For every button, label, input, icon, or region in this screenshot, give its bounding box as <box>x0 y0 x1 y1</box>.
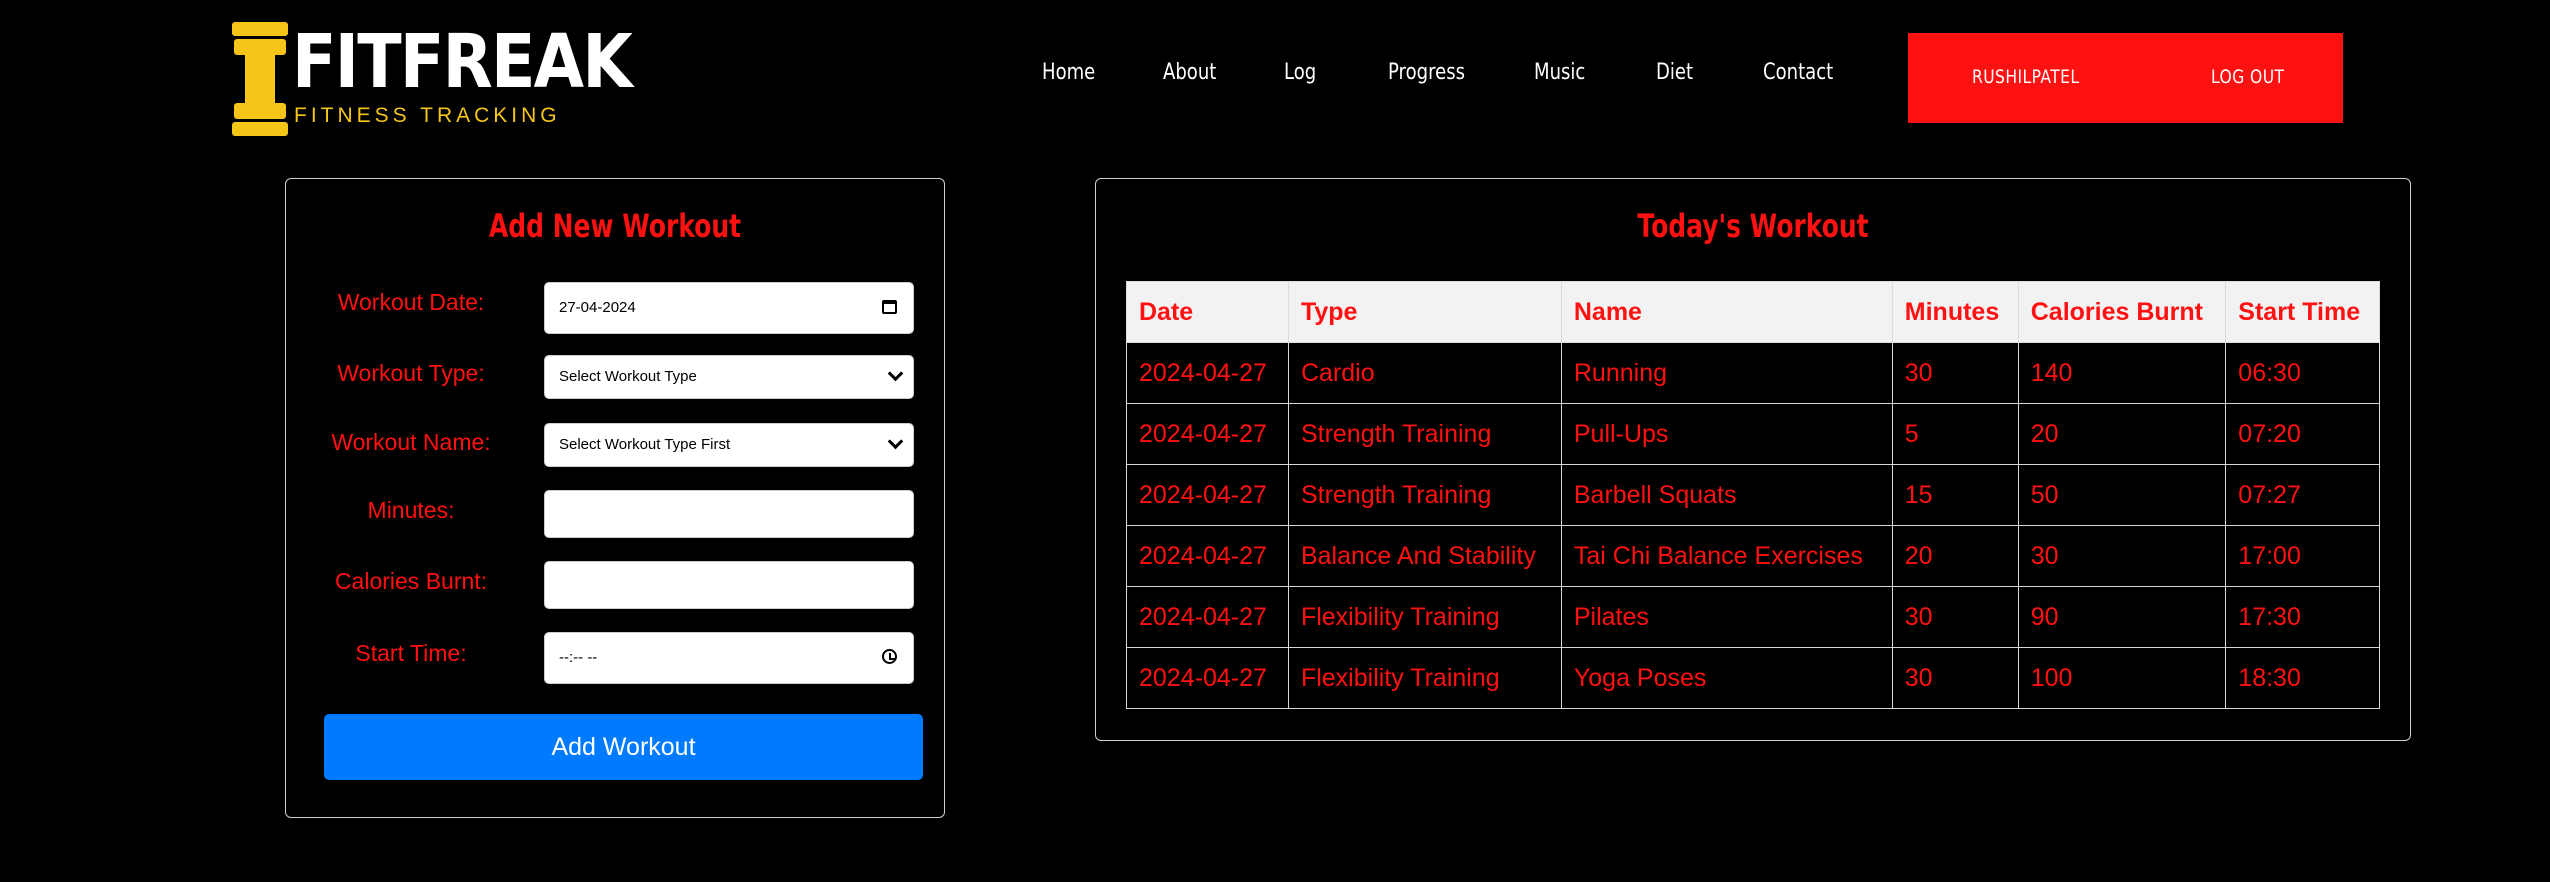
workout-type-select[interactable]: Select Workout Type <box>544 355 914 399</box>
table-cell: Strength Training <box>1287 403 1562 465</box>
add-workout-form: Add New Workout Workout Date: 27-04-2024… <box>285 178 945 818</box>
start-time-value: --:-- -- <box>559 649 598 666</box>
start-time-label: Start Time: <box>355 640 467 666</box>
dumbbell-icon <box>232 22 288 136</box>
table-cell: Strength Training <box>1287 464 1562 526</box>
workout-table: Date Type Name Minutes Calories Burnt St… <box>1126 281 2380 709</box>
workout-name-select[interactable]: Select Workout Type First <box>544 423 914 467</box>
table-cell: 100 <box>2017 647 2227 709</box>
table-cell: Barbell Squats <box>1560 464 1893 526</box>
table-cell: 2024-04-27 <box>1126 647 1289 709</box>
table-cell: Pilates <box>1560 586 1893 648</box>
nav-diet[interactable]: Diet <box>1656 60 1693 85</box>
table-cell: 2024-04-27 <box>1126 586 1289 648</box>
table-cell: 30 <box>1891 647 2019 709</box>
table-cell: 07:27 <box>2225 464 2380 526</box>
add-workout-button[interactable]: Add Workout <box>324 714 923 780</box>
nav-music[interactable]: Music <box>1534 60 1585 85</box>
table-cell: Running <box>1560 342 1893 404</box>
brand-logo[interactable]: FITFREAK FITNESS TRACKING <box>232 22 633 136</box>
table-cell: 30 <box>1891 342 2019 404</box>
column-header: Name <box>1560 281 1893 343</box>
table-row: 2024-04-27 Flexibility Training Pilates 30 9… <box>1126 586 2380 648</box>
column-header: Calories Burnt <box>2017 281 2227 343</box>
minutes-label: Minutes: <box>367 497 455 523</box>
table-cell: 20 <box>2017 403 2227 465</box>
chevron-down-icon <box>887 365 904 382</box>
table-row: 2024-04-27 Strength Training Barbell Squat… <box>1126 464 2380 526</box>
workout-date-value: 27-04-2024 <box>559 299 636 316</box>
table-cell: Balance And Stability <box>1287 525 1562 587</box>
table-cell: 90 <box>2017 586 2227 648</box>
brand-tagline: FITNESS TRACKING <box>294 104 561 127</box>
table-cell: 2024-04-27 <box>1126 342 1289 404</box>
nav-progress[interactable]: Progress <box>1388 60 1465 85</box>
calendar-icon[interactable] <box>882 300 897 314</box>
start-time-input[interactable]: --:-- -- <box>544 632 914 684</box>
table-cell: Cardio <box>1287 342 1562 404</box>
column-header: Date <box>1126 281 1289 343</box>
table-cell: 17:30 <box>2225 586 2380 648</box>
workout-type-value: Select Workout Type <box>559 368 697 385</box>
table-cell: Flexibility Training <box>1287 586 1562 648</box>
table-cell: 5 <box>1891 403 2019 465</box>
table-cell: Pull-Ups <box>1560 403 1893 465</box>
table-cell: 20 <box>1891 525 2019 587</box>
nav-contact[interactable]: Contact <box>1763 60 1833 85</box>
column-header: Start Time <box>2225 281 2380 343</box>
nav-log[interactable]: Log <box>1284 60 1316 85</box>
table-cell: 15 <box>1891 464 2019 526</box>
brand-name: FITFREAK <box>292 19 633 105</box>
table-row: 2024-04-27 Balance And Stability Tai Chi B… <box>1126 525 2380 587</box>
table-cell: Flexibility Training <box>1287 647 1562 709</box>
table-cell: Yoga Poses <box>1560 647 1893 709</box>
table-row: 2024-04-27 Strength Training Pull-Ups 5 20 07… <box>1126 403 2380 465</box>
todays-workout-panel: Today's Workout Date Type Name Minutes C… <box>1095 178 2411 741</box>
table-cell: 07:20 <box>2225 403 2380 465</box>
table-row: 2024-04-27 Flexibility Training Yoga Poses… <box>1126 647 2380 709</box>
calories-input[interactable] <box>544 561 914 609</box>
table-title: Today's Workout <box>1637 207 1869 245</box>
table-cell: 50 <box>2017 464 2227 526</box>
column-header: Minutes <box>1891 281 2019 343</box>
table-cell: 18:30 <box>2225 647 2380 709</box>
table-cell: 17:00 <box>2225 525 2380 587</box>
minutes-input[interactable] <box>544 490 914 538</box>
workout-name-label: Workout Name: <box>331 429 491 455</box>
nav-home[interactable]: Home <box>1042 60 1095 85</box>
nav-about[interactable]: About <box>1163 60 1216 85</box>
page: FITFREAK FITNESS TRACKING Home About Log… <box>0 0 2550 882</box>
table-cell: 140 <box>2017 342 2227 404</box>
workout-name-value: Select Workout Type First <box>559 436 731 453</box>
clock-icon[interactable] <box>882 649 897 664</box>
table-cell: 2024-04-27 <box>1126 464 1289 526</box>
logout-button[interactable]: LOG OUT <box>2211 66 2284 88</box>
workout-date-input[interactable]: 27-04-2024 <box>544 282 914 334</box>
table-header-row: Date Type Name Minutes Calories Burnt St… <box>1126 281 2380 343</box>
table-row: 2024-04-27 Cardio Running 30 140 06:30 <box>1126 342 2380 404</box>
workout-type-label: Workout Type: <box>337 360 485 386</box>
table-body: 2024-04-27 Cardio Running 30 140 06:30 2024-04… <box>1126 342 2380 709</box>
table-cell: 30 <box>2017 525 2227 587</box>
column-header: Type <box>1287 281 1562 343</box>
chevron-down-icon <box>887 433 904 450</box>
table-cell: Tai Chi Balance Exercises <box>1560 525 1893 587</box>
table-cell: 30 <box>1891 586 2019 648</box>
workout-date-label: Workout Date: <box>337 289 485 315</box>
table-cell: 2024-04-27 <box>1126 403 1289 465</box>
table-cell: 2024-04-27 <box>1126 525 1289 587</box>
calories-label: Calories Burnt: <box>334 568 488 594</box>
form-title: Add New Workout <box>488 207 742 245</box>
table-cell: 06:30 <box>2225 342 2380 404</box>
username-link[interactable]: RUSHILPATEL <box>1972 66 2080 88</box>
user-box: RUSHILPATEL LOG OUT <box>1908 33 2343 123</box>
